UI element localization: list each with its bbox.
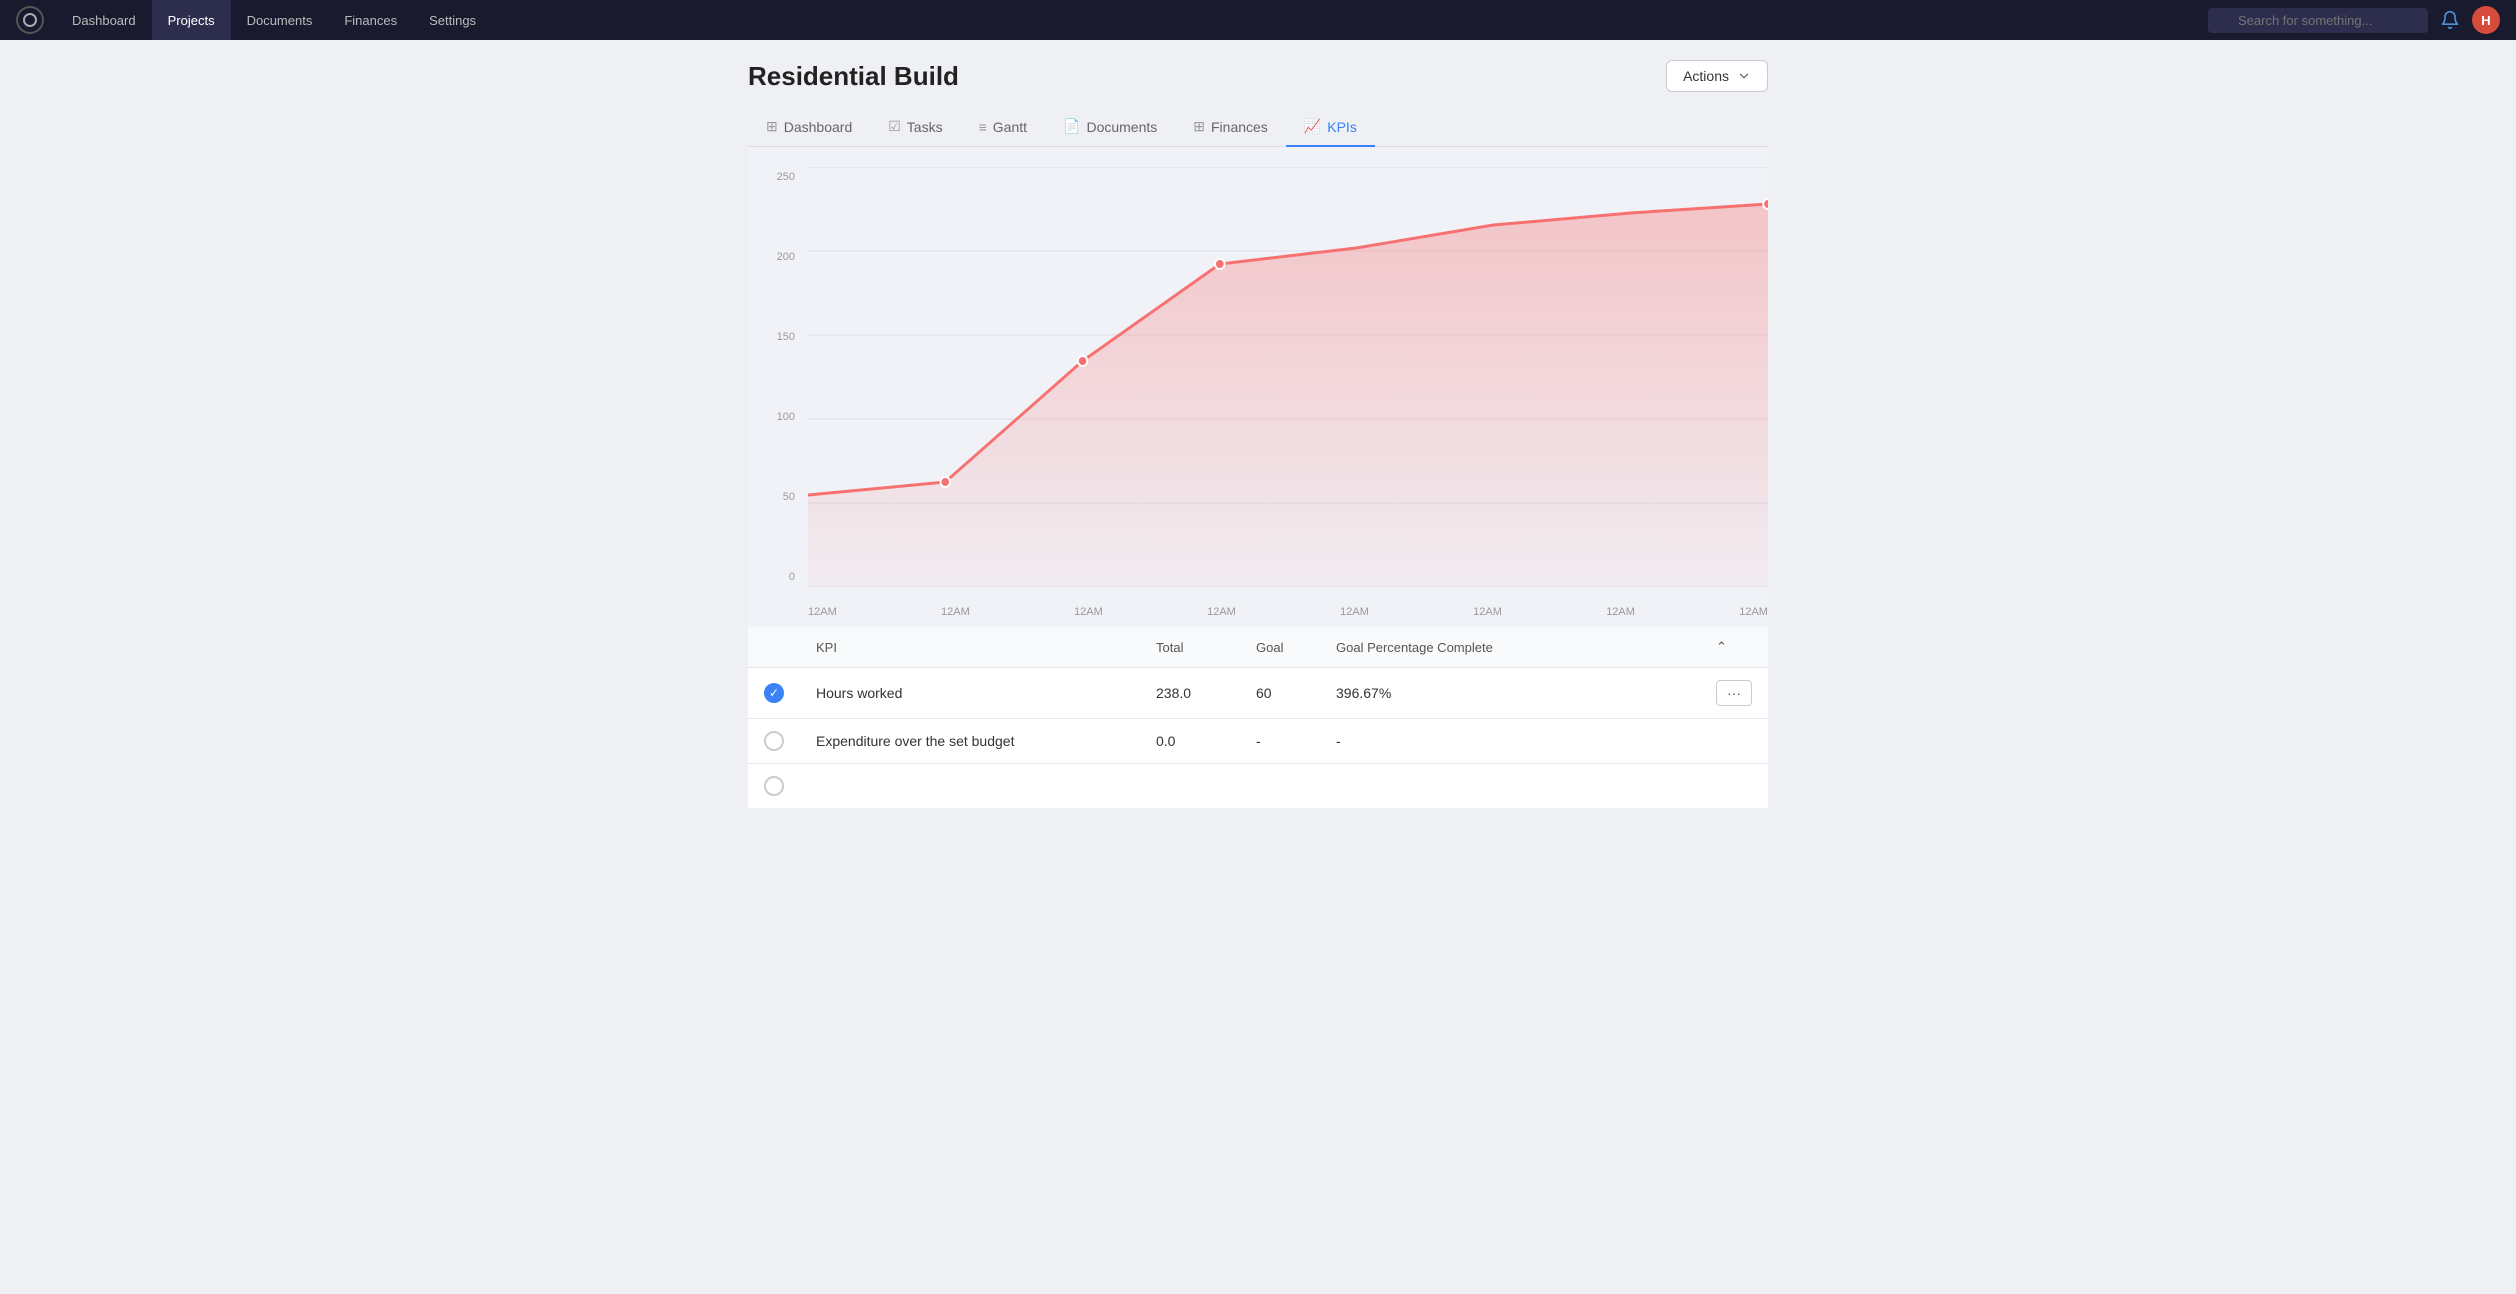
col-action: ⌃ [1700, 627, 1768, 668]
tab-finances-label: Finances [1211, 119, 1268, 135]
actions-label: Actions [1683, 68, 1729, 84]
tab-kpis-label: KPIs [1327, 119, 1357, 135]
row3-total [1140, 764, 1240, 809]
tab-tasks[interactable]: ☑ Tasks [870, 108, 960, 147]
row1-goal: 60 [1240, 668, 1320, 719]
nav-settings[interactable]: Settings [413, 0, 492, 40]
nav-projects[interactable]: Projects [152, 0, 231, 40]
col-kpi: KPI [800, 627, 1140, 668]
chart-dot-3 [1078, 356, 1088, 366]
y-label-0: 0 [748, 571, 803, 583]
row2-pct: - [1320, 719, 1700, 764]
tab-dashboard-label: Dashboard [784, 119, 853, 135]
chart-icon: 📈 [1304, 118, 1321, 135]
tab-tasks-label: Tasks [907, 119, 943, 135]
grid-icon: ⊞ [766, 118, 778, 135]
row3-kpi [800, 764, 1140, 809]
row3-checkbox-cell [748, 764, 800, 809]
y-label-200: 200 [748, 251, 803, 263]
chart-container: 0 50 100 150 200 250 [748, 147, 1768, 627]
row2-goal: - [1240, 719, 1320, 764]
bars-icon: ≡ [979, 119, 987, 135]
row1-action-cell: ··· [1700, 668, 1768, 719]
tab-gantt-label: Gantt [993, 119, 1027, 135]
row1-kpi: Hours worked [800, 668, 1140, 719]
tab-finances[interactable]: ⊞ Finances [1175, 108, 1286, 147]
nav-dashboard[interactable]: Dashboard [56, 0, 152, 40]
tab-documents[interactable]: 📄 Documents [1045, 108, 1175, 147]
row1-action-button[interactable]: ··· [1716, 680, 1752, 706]
row1-checkbox-cell: ✓ [748, 668, 800, 719]
row2-total: 0.0 [1140, 719, 1240, 764]
search-input[interactable] [2208, 8, 2428, 33]
x-label-7: 12AM [1606, 606, 1635, 618]
nav-right: H [2208, 6, 2500, 34]
chart-svg-area [808, 167, 1768, 587]
chart-dot-8 [1763, 199, 1768, 209]
chart-dot-4 [1215, 259, 1225, 269]
user-avatar[interactable]: H [2472, 6, 2500, 34]
col-checkbox [748, 627, 800, 668]
check-icon: ☑ [888, 118, 901, 135]
y-label-150: 150 [748, 331, 803, 343]
col-pct: Goal Percentage Complete [1320, 627, 1700, 668]
chart-svg [808, 167, 1768, 587]
page-title: Residential Build [748, 61, 959, 92]
y-label-100: 100 [748, 411, 803, 423]
search-wrapper [2208, 8, 2428, 33]
table-icon: ⊞ [1193, 118, 1205, 135]
row2-kpi: Expenditure over the set budget [800, 719, 1140, 764]
row1-total: 238.0 [1140, 668, 1240, 719]
x-label-6: 12AM [1473, 606, 1502, 618]
notification-bell[interactable] [2440, 10, 2460, 30]
nav-documents[interactable]: Documents [231, 0, 329, 40]
doc-icon: 📄 [1063, 118, 1080, 135]
nav-finances[interactable]: Finances [328, 0, 413, 40]
x-label-4: 12AM [1207, 606, 1236, 618]
row1-checkbox-checked[interactable]: ✓ [764, 683, 784, 703]
kpi-table: KPI Total Goal Goal Percentage Complete … [748, 627, 1768, 808]
x-label-1: 12AM [808, 606, 837, 618]
row2-checkbox-cell [748, 719, 800, 764]
table-header-row: KPI Total Goal Goal Percentage Complete … [748, 627, 1768, 668]
nav-links: Dashboard Projects Documents Finances Se… [56, 0, 2208, 40]
row3-checkbox-empty[interactable] [764, 776, 784, 796]
chart-fill-area [808, 204, 1768, 587]
subtabs: ⊞ Dashboard ☑ Tasks ≡ Gantt 📄 Documents … [748, 108, 1768, 147]
chevron-down-icon [1737, 69, 1751, 83]
col-goal: Goal [1240, 627, 1320, 668]
row1-pct: 396.67% [1320, 668, 1700, 719]
tab-gantt[interactable]: ≡ Gantt [961, 108, 1045, 147]
top-navigation: Dashboard Projects Documents Finances Se… [0, 0, 2516, 40]
x-label-5: 12AM [1340, 606, 1369, 618]
y-label-50: 50 [748, 491, 803, 503]
app-logo[interactable] [16, 6, 44, 34]
chart-wrapper: 0 50 100 150 200 250 [748, 167, 1768, 627]
sort-icon: ⌃ [1716, 639, 1727, 654]
table-row [748, 764, 1768, 809]
chart-dot-2 [940, 477, 950, 487]
col-total: Total [1140, 627, 1240, 668]
row3-action-cell [1700, 764, 1768, 809]
table-row: ✓ Hours worked 238.0 60 396.67% ··· [748, 668, 1768, 719]
row3-pct [1320, 764, 1700, 809]
chart-y-labels: 0 50 100 150 200 250 [748, 167, 803, 587]
tab-documents-label: Documents [1086, 119, 1157, 135]
row2-checkbox-empty[interactable] [764, 731, 784, 751]
row3-goal [1240, 764, 1320, 809]
x-label-3: 12AM [1074, 606, 1103, 618]
page-content: Residential Build Actions ⊞ Dashboard ☑ … [708, 40, 1808, 828]
page-header: Residential Build Actions [748, 60, 1768, 92]
y-label-250: 250 [748, 171, 803, 183]
actions-button[interactable]: Actions [1666, 60, 1768, 92]
x-label-2: 12AM [941, 606, 970, 618]
tab-dashboard[interactable]: ⊞ Dashboard [748, 108, 870, 147]
x-label-8: 12AM [1739, 606, 1768, 618]
chart-x-labels: 12AM 12AM 12AM 12AM 12AM 12AM 12AM 12AM [808, 597, 1768, 627]
row2-action-cell [1700, 719, 1768, 764]
tab-kpis[interactable]: 📈 KPIs [1286, 108, 1375, 147]
table-row: Expenditure over the set budget 0.0 - - [748, 719, 1768, 764]
